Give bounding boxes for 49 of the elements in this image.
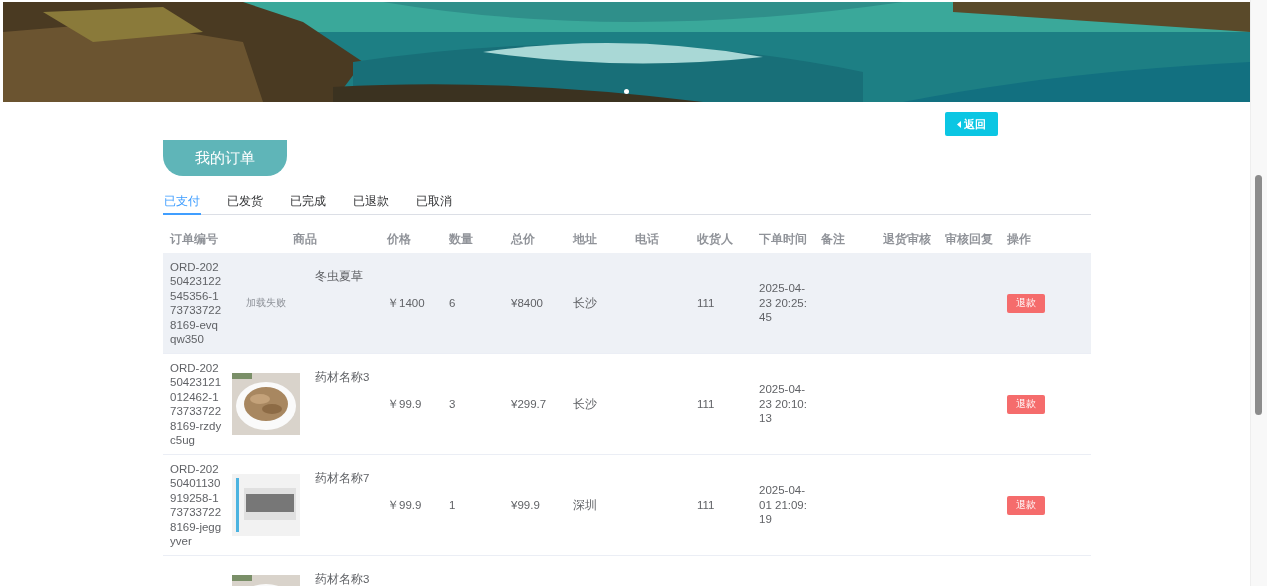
table-cell-text: 3 [448,396,457,412]
table-cell-text: ¥299.7 [510,396,548,412]
table-cell-text: 长沙 [572,396,598,412]
image-error-text: 加载失败 [246,296,286,310]
scrollbar[interactable] [1250,0,1267,586]
column-header: 电话 [634,232,660,247]
product-name: 药材名称3 [315,370,370,385]
table-cell-text: 2025-04-23 20:25:45 [758,281,808,325]
column-header: 操作 [1006,232,1032,247]
table-cell-text: 111 [696,295,716,311]
table-cell-text: ¥8400 [510,295,544,311]
page-title: 我的订单 [163,140,287,176]
scrollbar-thumb[interactable] [1255,175,1262,415]
tab[interactable]: 已取消 [415,192,453,215]
table-cell-text: 6 [448,295,457,311]
column-header: 退货审核 [882,232,932,247]
tab[interactable]: 已退款 [352,192,390,215]
table-cell-text: 2025-04-23 20:10:13 [758,382,808,426]
table-cell-text: ¥99.9 [510,497,541,513]
table-cell-text: 111 [696,497,716,513]
table-cell-text: 长沙 [572,295,598,311]
column-header: 商品 [292,232,318,247]
table-cell-text: 1 [448,497,457,513]
table-row[interactable]: ORD-20250423122545356-1737337228169-evqqw350 加载失败 冬虫夏草 ￥1400 6 ¥8400 长沙 111 2025-04-23 20:25:45 退款 [163,253,1091,354]
column-header: 价格 [386,232,412,247]
product-name: 药材名称7 [315,471,370,486]
carousel-dot[interactable] [624,89,629,94]
column-header: 收货人 [696,232,734,247]
caret-icon [957,120,961,128]
table-cell-text: ￥1400 [386,295,426,311]
table-cell-text: 111 [696,396,716,412]
tab[interactable]: 已完成 [289,192,327,215]
column-header: 订单编号 [169,232,219,247]
product-name: 冬虫夏草 [315,269,363,284]
table-cell-text: ORD-20250401130919258-1737337228169-jeggyver [169,461,223,549]
column-header: 数量 [448,232,474,247]
column-header: 审核回复 [944,232,994,247]
table-cell-text: 深圳 [572,497,598,513]
column-header: 总价 [509,232,536,247]
column-header: 下单时间 [758,232,808,247]
column-header: 备注 [820,232,846,247]
table-cell-text: ￥99.9 [386,497,423,513]
table-cell-text: 2025-04-01 21:09:19 [758,483,808,527]
tab[interactable]: 已发货 [226,192,264,215]
table-cell-text: ORD-20250423122545356-1737337228169-evqqw350 [169,259,223,347]
table-cell-text: ORD-20250423121012462-1737337228169-rzdyc5ug [169,360,223,448]
product-name: 药材名称3 [315,572,370,586]
column-header: 地址 [571,232,598,247]
table-cell-text: ￥99.9 [386,396,423,412]
